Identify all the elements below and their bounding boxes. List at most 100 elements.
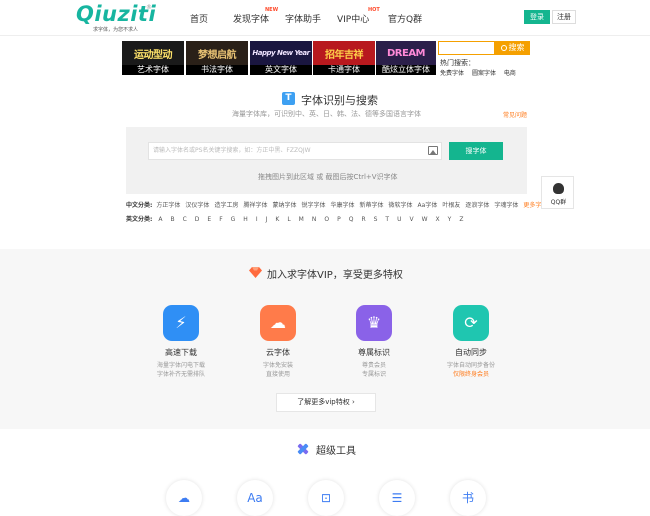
banner-calligraphy-font[interactable]: 梦想启航 书法字体 <box>186 41 248 75</box>
category-link[interactable]: 方正字体 <box>156 202 180 209</box>
letter-link[interactable]: H <box>243 216 248 223</box>
letter-link[interactable]: Z <box>459 216 463 223</box>
faq-link[interactable]: 常见问题 <box>503 110 527 119</box>
letter-link[interactable]: J <box>266 216 268 223</box>
letter-link[interactable]: K <box>275 216 279 223</box>
feature-desc: 尊贵会员 <box>361 362 386 369</box>
category-link[interactable]: 蒙纳字体 <box>272 202 296 209</box>
letter-link[interactable]: T <box>385 216 389 223</box>
register-button[interactable]: 注册 <box>552 10 576 24</box>
vip-title: 加入求字体VIP，享受更多特权 <box>267 270 403 281</box>
hot-link[interactable]: 免费字体 <box>440 70 464 77</box>
banner-caption: 酷炫立体字体 <box>376 65 436 75</box>
feature-desc: 字体免安装 <box>262 362 293 369</box>
category-link[interactable]: 造字工房 <box>214 202 238 209</box>
login-button[interactable]: 登录 <box>524 10 550 24</box>
mini-search-label: 搜索 <box>508 43 525 52</box>
letter-link[interactable]: D <box>195 216 200 223</box>
sync-icon: ⟳ <box>453 305 489 341</box>
cloud-icon: ☁ <box>260 305 296 341</box>
banner-3d-font[interactable]: DREAM 酷炫立体字体 <box>376 41 436 75</box>
category-link[interactable]: 叶根友 <box>442 202 460 209</box>
mini-search-button[interactable]: 搜索 <box>495 41 530 55</box>
page-title: 字体识别与搜索 <box>301 94 378 107</box>
feature-name: 高速下载 <box>165 348 197 357</box>
banner-caption: 书法字体 <box>186 65 248 75</box>
font-search-input[interactable]: 请输入字体名或PS名关键字搜索，如：方正中黑、FZZQJW <box>148 142 442 160</box>
feature-desc: 直接使用 <box>265 371 290 378</box>
image-upload-icon[interactable] <box>428 146 438 155</box>
feature-name: 云字体 <box>266 348 290 357</box>
qq-group-float[interactable]: QQ群 <box>541 176 574 209</box>
logo-wordmark: Qiuziti <box>76 2 157 26</box>
tool-scan-icon[interactable]: ⊡ <box>308 480 344 516</box>
letter-link[interactable]: P <box>337 216 341 223</box>
banner-caption: 卡通字体 <box>313 65 375 75</box>
top-header: Qiuziti ® 求字体，为您不求人 首页 发现字体 NEW 字体助手 VIP… <box>0 0 650 36</box>
hot-link[interactable]: 圆案字体 <box>472 70 496 77</box>
letter-link[interactable]: C <box>183 216 187 223</box>
letter-link[interactable]: V <box>410 216 414 223</box>
chinese-category-label: 中文分类: <box>126 202 153 209</box>
feature-desc-highlight: 仅限终身会员 <box>452 371 489 378</box>
letter-link[interactable]: E <box>207 216 211 223</box>
site-logo[interactable]: Qiuziti ® 求字体，为您不求人 <box>76 2 157 34</box>
banner-3d-image: DREAM <box>376 41 436 65</box>
vip-more-button[interactable]: 了解更多vip特权 › <box>276 393 376 412</box>
letter-link[interactable]: M <box>299 216 304 223</box>
letter-link[interactable]: L <box>287 216 290 223</box>
tools-title: 超级工具 <box>316 446 356 457</box>
mini-search-input[interactable] <box>438 41 495 55</box>
letter-link[interactable]: N <box>312 216 317 223</box>
letter-link[interactable]: R <box>361 216 365 223</box>
letter-link[interactable]: O <box>324 216 329 223</box>
drag-drop-hint: 拖拽图片到此区域 或 截图后按Ctrl+V识字体 <box>258 173 398 181</box>
category-link[interactable]: 华康字体 <box>331 202 355 209</box>
category-link[interactable]: Aa字体 <box>418 202 438 209</box>
nav-qq-group[interactable]: 官方Q群 <box>388 12 422 25</box>
tool-list-icon[interactable]: ☰ <box>379 480 415 516</box>
category-link[interactable]: 字魂字体 <box>494 202 518 209</box>
letter-link[interactable]: G <box>231 216 236 223</box>
tool-font-icon[interactable]: Aa <box>237 480 273 516</box>
letter-link[interactable]: I <box>256 216 258 223</box>
banner-calligraphy-image: 梦想启航 <box>186 41 248 65</box>
font-t-icon: T <box>282 92 295 105</box>
letter-link[interactable]: W <box>422 216 428 223</box>
nav-font-assistant[interactable]: 字体助手 <box>285 12 321 25</box>
chinese-category-row: 中文分类: 方正字体 汉仪字体 造字工房 腾祥字体 蒙纳字体 锐字字体 华康字体 新蒂字体 微软字… <box>126 200 552 209</box>
letter-link[interactable]: A <box>158 216 162 223</box>
diamond-icon <box>249 267 262 278</box>
feature-desc: 字体补齐无需排队 <box>156 371 205 378</box>
search-panel[interactable] <box>126 127 527 194</box>
category-link[interactable]: 微软字体 <box>389 202 413 209</box>
tool-cloud-icon[interactable]: ☁ <box>166 480 202 516</box>
search-font-button[interactable]: 搜字体 <box>449 142 503 160</box>
letter-link[interactable]: X <box>436 216 440 223</box>
lightning-icon: ⚡ <box>163 305 199 341</box>
nav-home[interactable]: 首页 <box>190 12 208 25</box>
banner-caption: 艺术字体 <box>122 65 184 75</box>
hot-link[interactable]: 电商 <box>504 70 516 77</box>
banner-english-font[interactable]: Happy New Year 英文字体 <box>250 41 312 75</box>
feature-name: 尊属标识 <box>358 348 390 357</box>
letter-link[interactable]: Y <box>448 216 452 223</box>
category-link[interactable]: 汉仪字体 <box>185 202 209 209</box>
banner-english-image: Happy New Year <box>250 41 312 65</box>
letter-link[interactable]: S <box>374 216 378 223</box>
nav-vip-center[interactable]: VIP中心 <box>337 12 369 25</box>
category-link[interactable]: 腾祥字体 <box>243 202 267 209</box>
feature-desc: 专属标识 <box>361 371 386 378</box>
category-link[interactable]: 新蒂字体 <box>360 202 384 209</box>
nav-discover[interactable]: 发现字体 <box>233 12 269 25</box>
letter-link[interactable]: F <box>219 216 222 223</box>
category-link[interactable]: 逐浪字体 <box>465 202 489 209</box>
tool-book-icon[interactable]: 书 <box>450 480 486 516</box>
letter-link[interactable]: U <box>397 216 401 223</box>
banner-art-font[interactable]: 运动型动 艺术字体 <box>122 41 184 75</box>
category-link[interactable]: 锐字字体 <box>301 202 325 209</box>
banner-cartoon-font[interactable]: 招年吉祥 卡通字体 <box>313 41 375 75</box>
new-badge: NEW <box>265 7 279 13</box>
letter-link[interactable]: B <box>170 216 174 223</box>
letter-link[interactable]: Q <box>349 216 354 223</box>
